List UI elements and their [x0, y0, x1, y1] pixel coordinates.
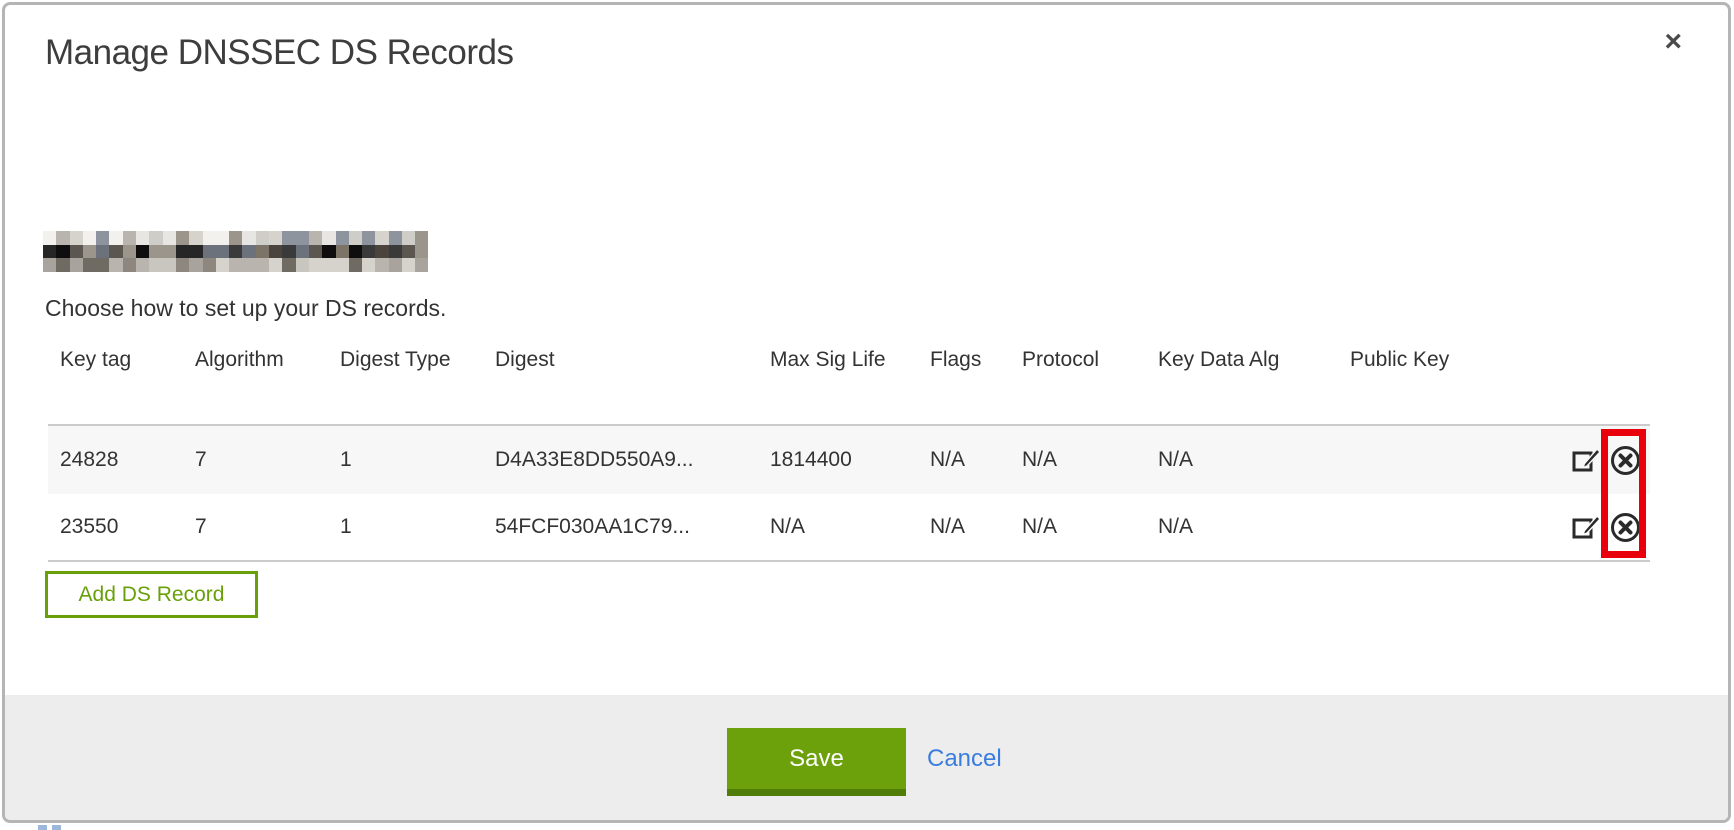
- col-header-digest-type: Digest Type: [328, 338, 483, 372]
- save-button[interactable]: Save: [727, 728, 906, 796]
- cancel-link[interactable]: Cancel: [927, 745, 1002, 773]
- cell-digest-type: 1: [328, 448, 483, 472]
- cell-actions: [1538, 443, 1650, 477]
- col-header-max-sig-life: Max Sig Life: [758, 338, 918, 372]
- ds-records-table: Key tag Algorithm Digest Type Digest Max…: [48, 338, 1650, 562]
- close-icon[interactable]: ×: [1664, 27, 1682, 57]
- col-header-flags: Flags: [918, 338, 1010, 372]
- dialog-footer: Save Cancel: [5, 695, 1728, 820]
- cell-key-tag: 23550: [48, 515, 183, 539]
- edit-record-icon[interactable]: [1569, 443, 1603, 477]
- delete-record-icon[interactable]: [1608, 510, 1642, 544]
- cell-max-sig-life: N/A: [758, 515, 918, 539]
- col-header-algorithm: Algorithm: [183, 338, 328, 372]
- cell-digest-type: 1: [328, 515, 483, 539]
- cell-digest: 54FCF030AA1C79...: [483, 515, 758, 539]
- cell-key-data-alg: N/A: [1146, 515, 1338, 539]
- cell-digest: D4A33E8DD550A9...: [483, 448, 758, 472]
- col-header-public-key: Public Key: [1338, 338, 1538, 372]
- redacted-pixel-row: [43, 231, 428, 245]
- background-page-fragment: [38, 825, 47, 830]
- background-page-fragment: [52, 825, 61, 830]
- col-header-key-tag: Key tag: [48, 338, 183, 372]
- cell-algorithm: 7: [183, 515, 328, 539]
- col-header-digest: Digest: [483, 338, 758, 372]
- cell-protocol: N/A: [1010, 515, 1146, 539]
- table-header-row: Key tag Algorithm Digest Type Digest Max…: [48, 338, 1650, 424]
- table-row: 23550 7 1 54FCF030AA1C79... N/A N/A N/A …: [48, 494, 1650, 562]
- cell-flags: N/A: [918, 515, 1010, 539]
- cell-flags: N/A: [918, 448, 1010, 472]
- table-row: 24828 7 1 D4A33E8DD550A9... 1814400 N/A …: [48, 424, 1650, 494]
- col-header-protocol: Protocol: [1010, 338, 1146, 372]
- delete-record-icon[interactable]: [1608, 443, 1642, 477]
- col-header-key-data-alg: Key Data Alg: [1146, 338, 1338, 372]
- page-title: Manage DNSSEC DS Records: [45, 33, 513, 73]
- edit-record-icon[interactable]: [1569, 510, 1603, 544]
- background-page-strip: [0, 824, 1734, 830]
- redacted-pixel-row: [43, 245, 428, 259]
- cell-actions: [1538, 510, 1650, 544]
- add-ds-record-button[interactable]: Add DS Record: [45, 571, 258, 618]
- cell-key-tag: 24828: [48, 448, 183, 472]
- cell-algorithm: 7: [183, 448, 328, 472]
- col-header-actions: [1538, 338, 1650, 348]
- redacted-pixel-row: [43, 258, 428, 272]
- redacted-domain-name: [43, 231, 428, 272]
- manage-dnssec-dialog: Manage DNSSEC DS Records × Choose how to…: [2, 2, 1731, 823]
- cell-protocol: N/A: [1010, 448, 1146, 472]
- instruction-text: Choose how to set up your DS records.: [45, 295, 446, 322]
- cell-max-sig-life: 1814400: [758, 448, 918, 472]
- cell-key-data-alg: N/A: [1146, 448, 1338, 472]
